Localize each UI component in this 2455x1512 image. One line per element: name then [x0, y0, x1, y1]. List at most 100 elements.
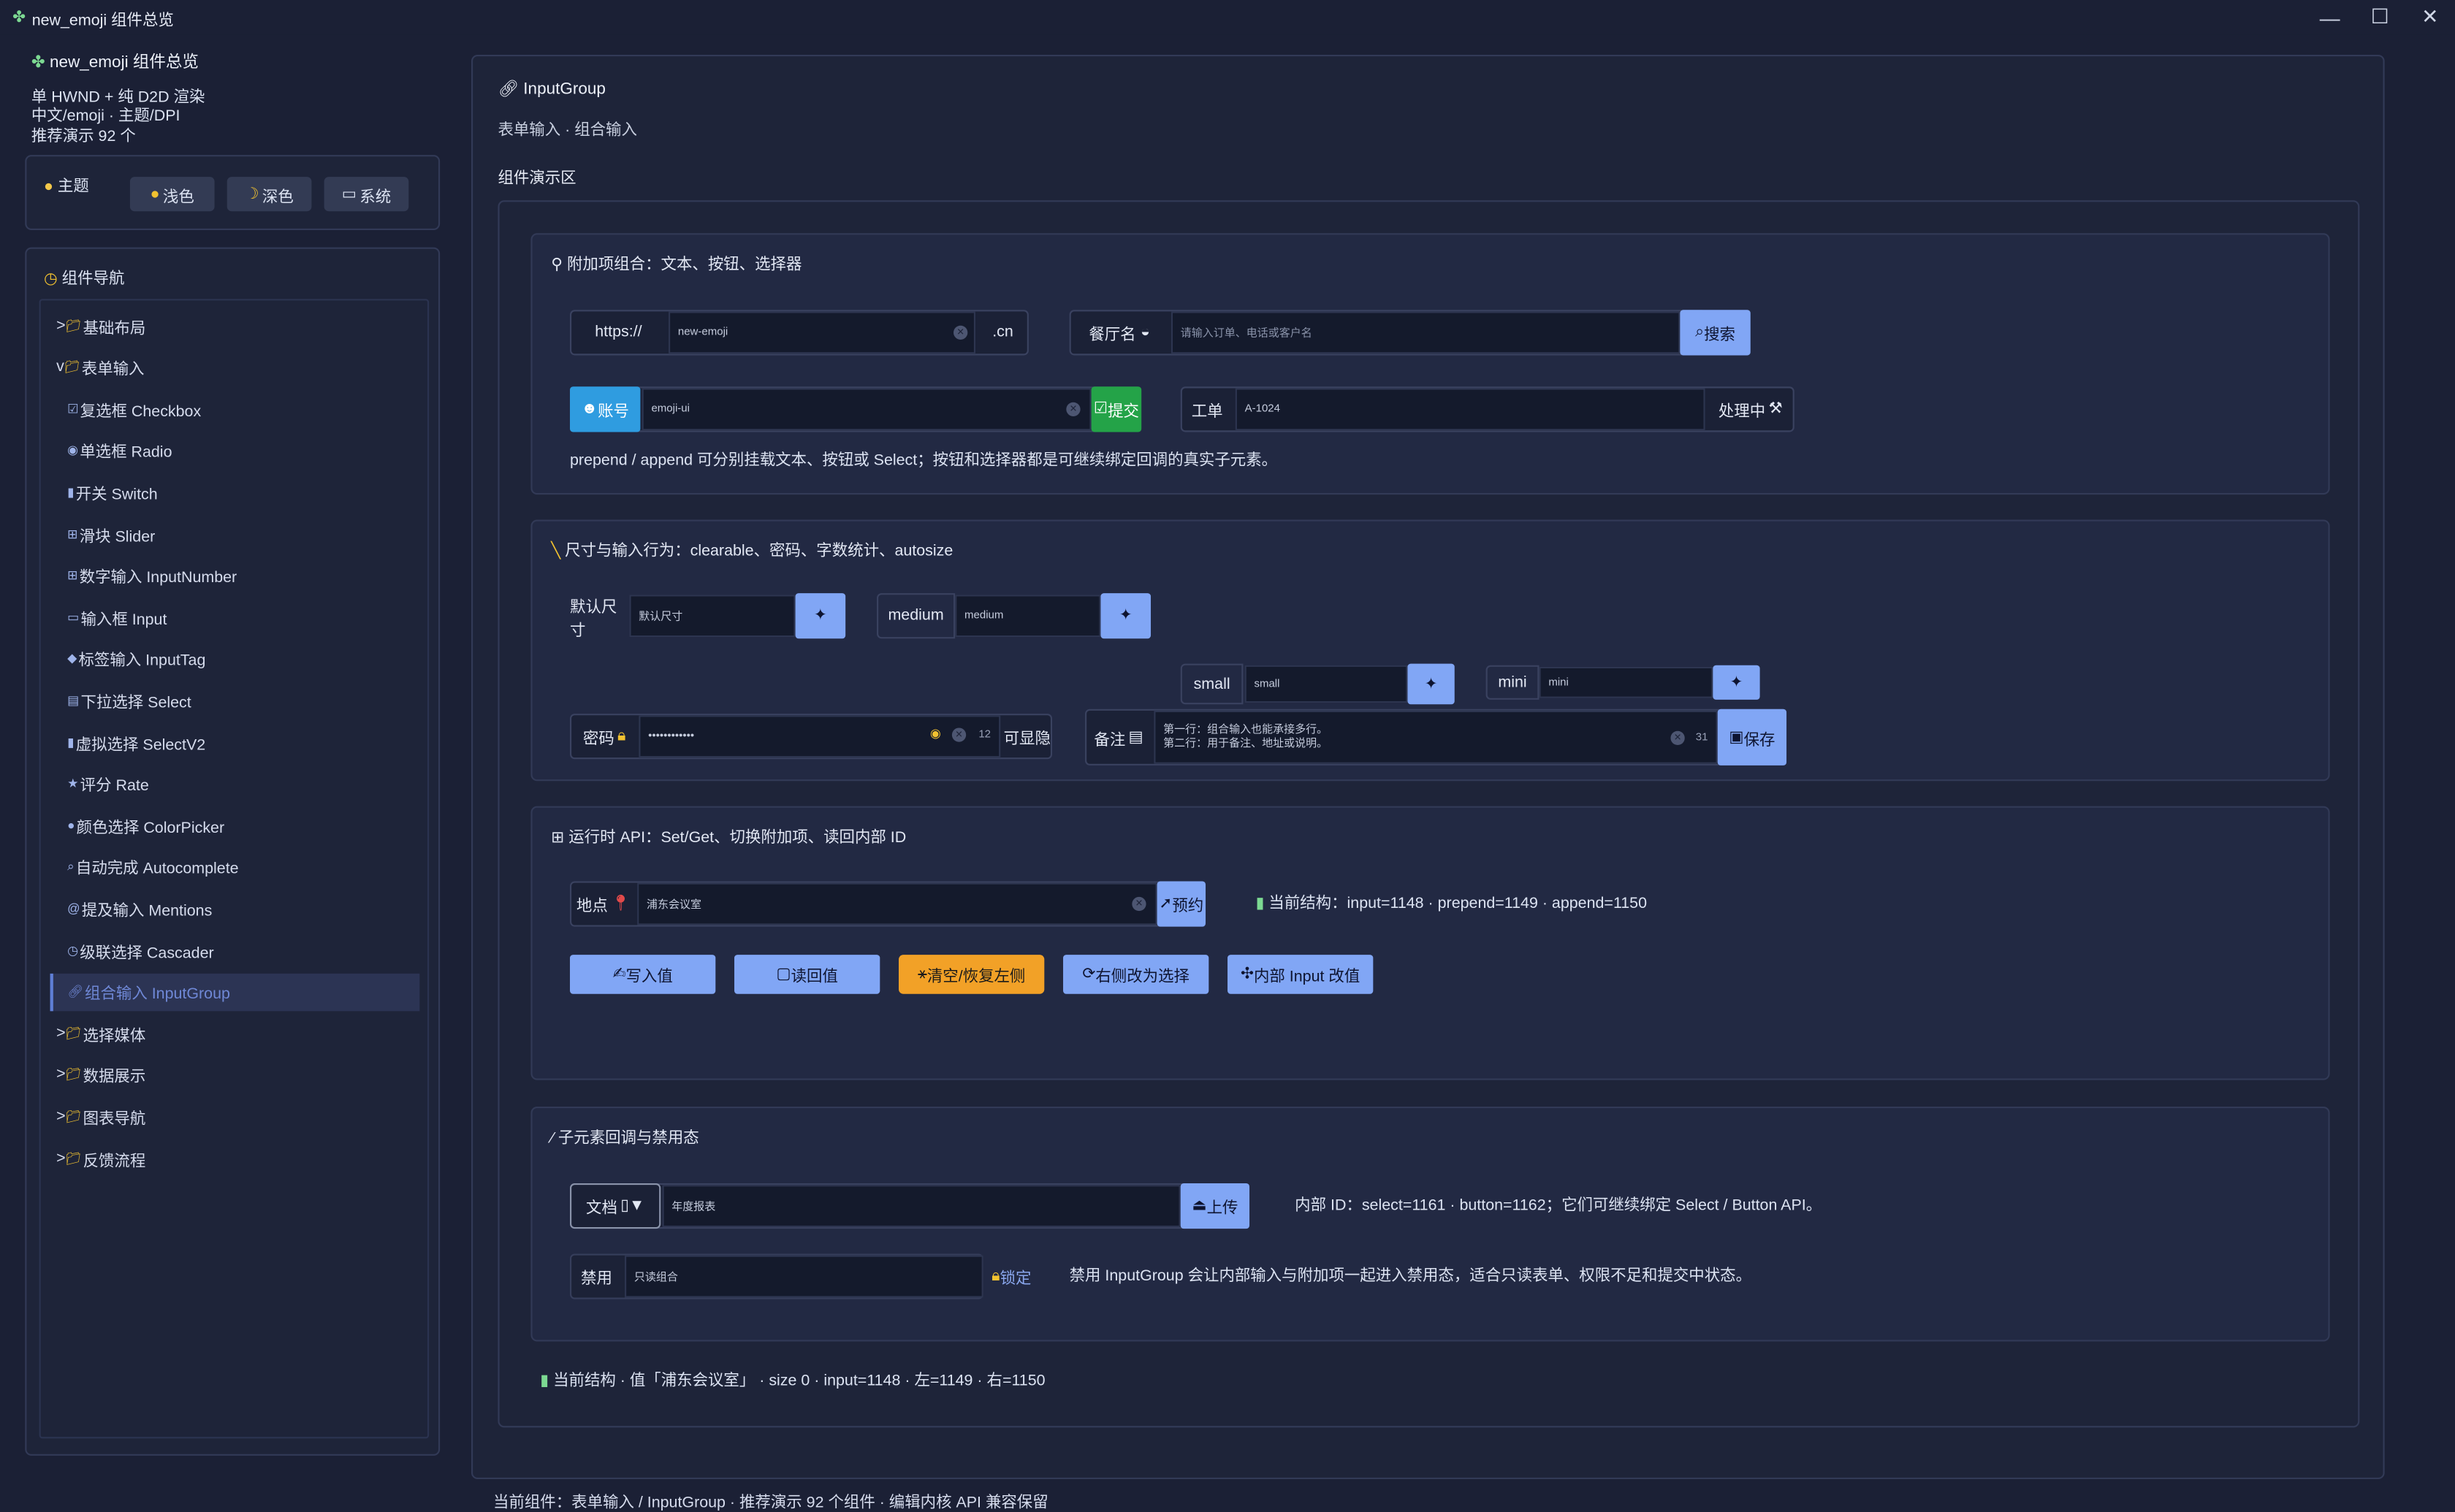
document-input[interactable]: 年度报表	[662, 1185, 1181, 1228]
nav-item[interactable]: ▮ 开关 Switch	[41, 473, 420, 511]
maximize-button[interactable]: ☐	[2355, 0, 2405, 34]
document-value: 年度报表	[671, 1201, 716, 1213]
submit-button[interactable]: ☑ 提交	[1091, 386, 1142, 432]
card-runtime-api: ⊞ 运行时 API：Set/Get、切换附加项、读回内部 ID 地点 📍︎ 浦东会…	[530, 806, 2330, 1080]
location-input[interactable]: 浦东会议室	[637, 882, 1157, 925]
document-select[interactable]: 文档 ▯ ▼	[570, 1183, 661, 1229]
nav-item[interactable]: ▮ 虚拟选择 SelectV2	[41, 723, 420, 760]
tag-icon: ◆	[67, 652, 77, 666]
account-input[interactable]: emoji-ui	[642, 388, 1092, 431]
switch-select-button[interactable]: ⟳ 右侧改为选择	[1063, 955, 1209, 994]
url-input[interactable]: new-emoji	[669, 311, 976, 354]
write-value-button[interactable]: ✍ 写入值	[570, 955, 716, 994]
nav-item[interactable]: ▤ 下拉选择 Select	[41, 681, 420, 719]
nav-item[interactable]: > 📁︎ 选择媒体	[41, 1015, 420, 1052]
nav-item[interactable]: ⊞ 滑块 Slider	[41, 515, 420, 552]
sparkle-button[interactable]: ✦	[1713, 665, 1760, 700]
clipboard-icon: ▢	[776, 966, 791, 983]
password-input[interactable]: ••••••••••••	[639, 715, 1001, 758]
nav-item[interactable]: > 📁︎ 数据展示	[41, 1056, 420, 1093]
nav-item[interactable]: ▭ 输入框 Input	[41, 598, 420, 635]
clear-icon[interactable]: ✕	[1066, 402, 1081, 417]
nav-item[interactable]: ◷ 级联选择 Cascader	[41, 931, 420, 969]
nav-item[interactable]: 🔗︎ 组合输入 InputGroup	[50, 973, 420, 1011]
rocket-icon: ➚	[1159, 895, 1173, 913]
nav-item[interactable]: ☑ 复选框 Checkbox	[41, 390, 420, 427]
clear-restore-button[interactable]: ⚹ 清空/恢复左侧	[899, 955, 1045, 994]
theme-panel: ● 主题 ● 浅色 ☽ 深色 ▭ 系统	[25, 155, 441, 231]
folder-icon: 📁︎	[65, 318, 82, 333]
password-label: 密码 🔒︎	[570, 714, 639, 759]
nav-item[interactable]: ◉ 单选框 Radio	[41, 432, 420, 469]
sidebar-header: ✤ new_emoji 组件总览 单 HWND + 纯 D2D 渲染 中文/em…	[31, 53, 205, 148]
password-append: 可显隐	[1003, 730, 1051, 749]
chevron-icon: >	[56, 316, 66, 335]
default-size-input[interactable]: 默认尺寸	[629, 595, 796, 638]
note-textarea[interactable]: 第一行：组合输入也能承接多行。 第二行：用于备注、地址或说明。	[1154, 710, 1718, 764]
star-icon: ★	[67, 776, 79, 791]
theme-system-button[interactable]: ▭ 系统	[324, 177, 409, 212]
password-value: ••••••••••••	[648, 730, 695, 742]
status-select[interactable]: 处理中 ⚒	[1707, 386, 1794, 432]
eye-icon[interactable]: ◉	[930, 726, 941, 740]
nav-item-label: 虚拟选择 SelectV2	[75, 736, 206, 754]
account-prepend-button[interactable]: ☻ 账号	[570, 386, 641, 432]
minimize-button[interactable]: —	[2304, 0, 2355, 34]
pencil-icon: ✍	[612, 966, 626, 983]
disabled-value: 只读组合	[633, 1272, 678, 1283]
nav-item-label: 颜色选择 ColorPicker	[76, 820, 225, 837]
nav-item[interactable]: > 📁︎ 图表导航	[41, 1098, 420, 1135]
clear-icon[interactable]: ✕	[1670, 730, 1685, 746]
sparkle-icon: ✦	[1729, 673, 1743, 692]
nav-item-label: 滑块 Slider	[79, 528, 156, 546]
page-title: InputGroup	[523, 80, 606, 99]
card-title: 运行时 API：Set/Get、切换附加项、读回内部 ID	[568, 829, 907, 847]
nav-item[interactable]: ● 颜色选择 ColorPicker	[41, 806, 420, 844]
nav-item[interactable]: > 📁︎ 基础布局	[41, 307, 420, 344]
sparkle-button[interactable]: ✦	[1407, 663, 1455, 705]
chart-icon: ▮	[1255, 895, 1265, 913]
chevron-icon: >	[56, 1107, 66, 1126]
search-input[interactable]: 请输入订单、电话或客户名	[1171, 311, 1681, 354]
nav-item-label: 评分 Rate	[80, 778, 149, 795]
slider-icon: ⊞	[67, 527, 78, 541]
nav-panel: ◷ 组件导航 > 📁︎ 基础布局 v 📁︎ 表单输入 ☑ 复选框 Checkbox ◉ 单选框 R…	[25, 247, 441, 1456]
nav-item-label: 反馈流程	[83, 1153, 146, 1170]
mini-size-input[interactable]: mini	[1539, 666, 1713, 698]
chart-icon: ▮	[540, 1372, 549, 1390]
small-size-input[interactable]: small	[1244, 665, 1408, 703]
theme-light-button[interactable]: ● 浅色	[129, 177, 215, 212]
clear-icon[interactable]: ✕	[1132, 896, 1146, 912]
reserve-button[interactable]: ➚ 预约	[1157, 881, 1206, 927]
search-button[interactable]: ⌕ 搜索	[1680, 310, 1751, 356]
radio-icon: ◉	[67, 443, 79, 458]
nav-item[interactable]: @ 提及输入 Mentions	[41, 890, 420, 927]
medium-size-input[interactable]: medium	[955, 595, 1101, 638]
card-title: 子元素回调与禁用态	[557, 1130, 699, 1148]
theme-dark-button[interactable]: ☽ 深色	[227, 177, 312, 212]
read-value-button[interactable]: ▢ 读回值	[734, 955, 880, 994]
save-button[interactable]: ▣ 保存	[1717, 709, 1787, 765]
ticket-input[interactable]: A-1024	[1235, 388, 1705, 431]
nav-item[interactable]: ⌕ 自动完成 Autocomplete	[41, 848, 420, 885]
submit-label: 提交	[1108, 403, 1139, 421]
palette-icon: ●	[67, 818, 75, 833]
sparkle-button[interactable]: ✦	[1100, 593, 1152, 639]
sparkle-button[interactable]: ✦	[795, 593, 846, 639]
search-placeholder: 请输入订单、电话或客户名	[1180, 327, 1312, 339]
close-button[interactable]: ✕	[2405, 0, 2455, 34]
upload-button[interactable]: ⏏ 上传	[1180, 1183, 1250, 1229]
nav-item[interactable]: v 📁︎ 表单输入	[41, 348, 420, 386]
status-select-label: 处理中	[1718, 403, 1766, 421]
nav-item[interactable]: > 📁︎ 反馈流程	[41, 1139, 420, 1177]
nav-item[interactable]: ◆ 标签输入 InputTag	[41, 640, 420, 677]
inner-input-button[interactable]: ✣ 内部 Input 改值	[1228, 955, 1374, 994]
nav-item[interactable]: ★ 评分 Rate	[41, 765, 420, 802]
select-icon: ▤	[67, 693, 80, 708]
clear-icon[interactable]: ✕	[954, 325, 968, 340]
clear-icon[interactable]: ✕	[951, 728, 967, 742]
link-icon: 🔗︎	[498, 80, 519, 99]
prepend-text: https://	[595, 324, 642, 342]
nav-item[interactable]: ⊞ 数字输入 InputNumber	[41, 557, 420, 594]
window-title: new_emoji 组件总览	[31, 12, 174, 29]
